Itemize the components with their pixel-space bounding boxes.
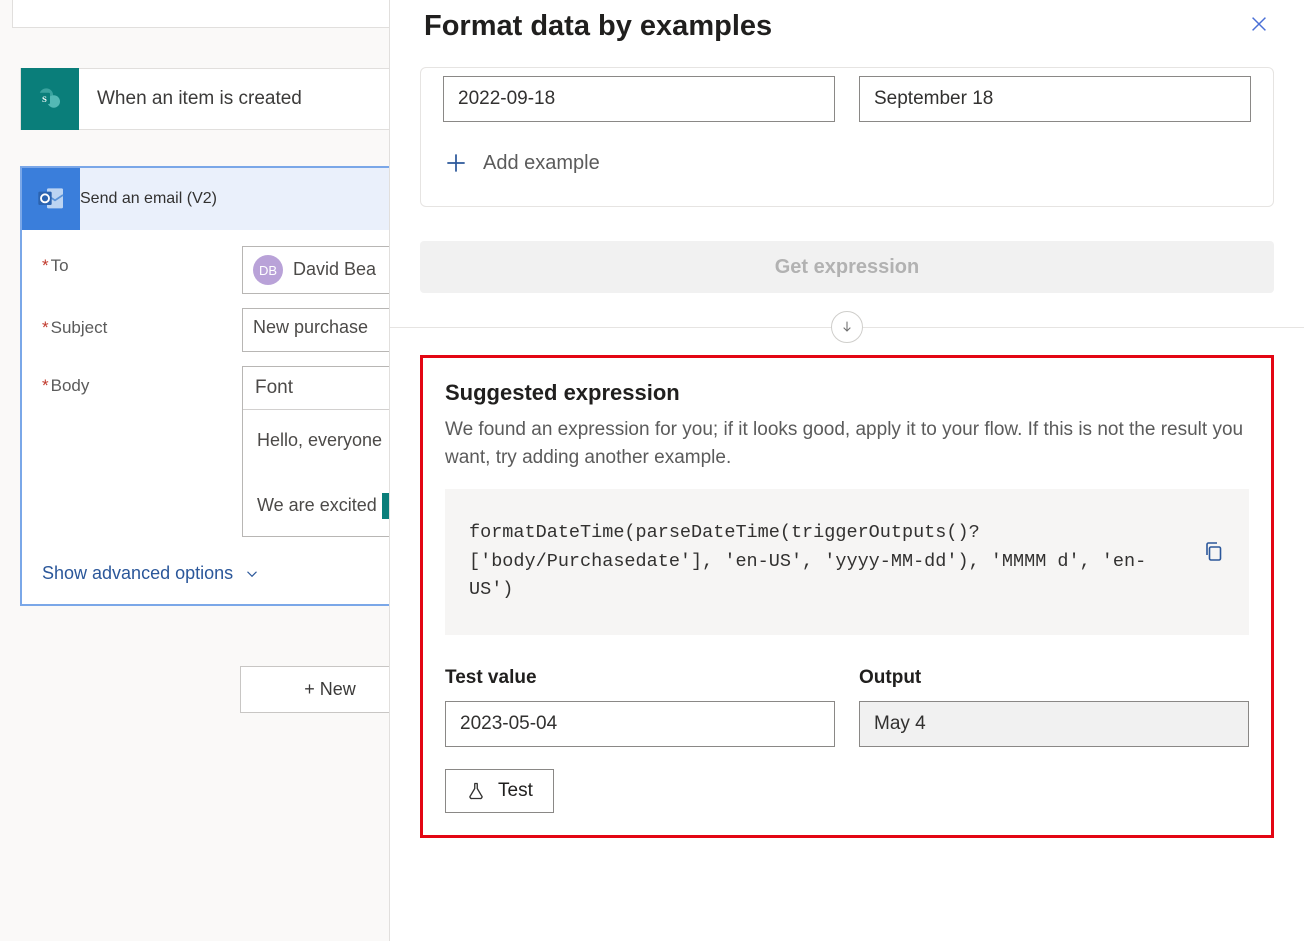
expression-text[interactable]: formatDateTime(parseDateTime(triggerOutp… [469,519,1181,605]
body-line2: We are excited [257,495,382,515]
panel-title: Format data by examples [424,10,772,43]
test-button[interactable]: Test [445,769,554,813]
flask-icon [466,781,486,801]
copy-icon [1201,539,1225,563]
get-expression-button[interactable]: Get expression [420,241,1274,293]
examples-card: 2022-09-18 September 18 Add example [420,67,1274,207]
outlook-icon [22,168,80,230]
plus-icon [443,150,469,176]
add-example-button[interactable]: Add example [443,150,1251,176]
example-input[interactable]: 2022-09-18 [443,76,835,122]
email-action-title: Send an email (V2) [80,190,217,208]
output-label: Output [859,667,1249,689]
copy-button[interactable] [1201,539,1225,568]
label-subject: *Subject [42,308,242,338]
section-divider [420,305,1274,349]
svg-text:S: S [42,94,47,104]
suggested-heading: Suggested expression [445,380,1249,406]
close-button[interactable] [1248,13,1270,40]
avatar: DB [253,255,283,285]
label-body: *Body [42,366,242,396]
close-icon [1248,13,1270,35]
sharepoint-icon: S [21,68,79,130]
to-name: David Bea [293,259,376,279]
arrow-down-icon [831,311,863,343]
example-output[interactable]: September 18 [859,76,1251,122]
label-to: *To [42,246,242,276]
format-data-panel: Format data by examples 2022-09-18 Septe… [389,0,1304,941]
test-value-input[interactable]: 2023-05-04 [445,701,835,747]
expression-code-box: formatDateTime(parseDateTime(triggerOutp… [445,489,1249,635]
suggested-expression-card: Suggested expression We found an express… [420,355,1274,838]
suggested-description: We found an expression for you; if it lo… [445,416,1249,471]
output-value: May 4 [859,701,1249,747]
test-value-label: Test value [445,667,835,689]
trigger-title: When an item is created [79,88,302,110]
chevron-down-icon [243,565,261,583]
